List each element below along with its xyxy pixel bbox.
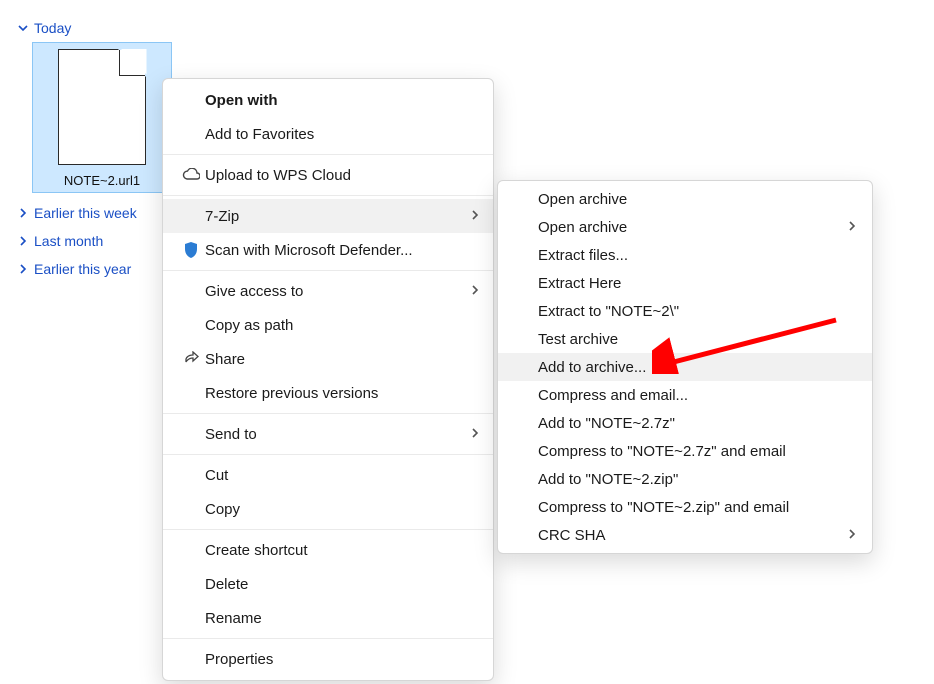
menu-label: Properties (205, 651, 479, 668)
group-today[interactable]: Today (18, 20, 916, 36)
menu-label: Cut (205, 467, 479, 484)
menu-label: Rename (205, 610, 479, 627)
submenu-crc-sha[interactable]: CRC SHA (498, 521, 872, 549)
group-label: Earlier this week (34, 205, 137, 221)
menu-label: Open with (205, 92, 479, 109)
chevron-right-icon (471, 283, 479, 300)
shield-icon (177, 241, 205, 259)
submenu-label: Add to "NOTE~2.7z" (538, 415, 856, 432)
context-menu: Open with Add to Favorites Upload to WPS… (162, 78, 494, 681)
share-icon (177, 351, 205, 367)
menu-label: 7-Zip (205, 208, 471, 225)
file-tile[interactable]: NOTE~2.url1 (32, 42, 172, 193)
group-label: Today (34, 20, 71, 36)
submenu-label: Compress to "NOTE~2.7z" and email (538, 443, 856, 460)
group-label: Earlier this year (34, 261, 131, 277)
menu-7zip[interactable]: 7-Zip (163, 199, 493, 233)
separator (163, 529, 493, 530)
submenu-7zip: Open archive Open archive Extract files.… (497, 180, 873, 554)
submenu-label: CRC SHA (538, 527, 848, 544)
submenu-test-archive[interactable]: Test archive (498, 325, 872, 353)
separator (163, 154, 493, 155)
menu-label: Copy as path (205, 317, 479, 334)
submenu-add-to-archive[interactable]: Add to archive... (498, 353, 872, 381)
menu-label: Share (205, 351, 479, 368)
chevron-down-icon (18, 23, 32, 33)
menu-create-shortcut[interactable]: Create shortcut (163, 533, 493, 567)
menu-give-access[interactable]: Give access to (163, 274, 493, 308)
menu-label: Copy (205, 501, 479, 518)
submenu-add-to-7z[interactable]: Add to "NOTE~2.7z" (498, 409, 872, 437)
menu-label: Send to (205, 426, 471, 443)
chevron-right-icon (18, 208, 32, 218)
separator (163, 270, 493, 271)
menu-label: Delete (205, 576, 479, 593)
menu-open-with[interactable]: Open with (163, 83, 493, 117)
chevron-right-icon (18, 236, 32, 246)
menu-label: Create shortcut (205, 542, 479, 559)
submenu-open-archive-flyout[interactable]: Open archive (498, 213, 872, 241)
submenu-label: Compress and email... (538, 387, 856, 404)
separator (163, 454, 493, 455)
menu-label: Upload to WPS Cloud (205, 167, 479, 184)
menu-upload-wps[interactable]: Upload to WPS Cloud (163, 158, 493, 192)
chevron-right-icon (848, 219, 856, 236)
file-icon (58, 49, 146, 165)
separator (163, 638, 493, 639)
chevron-right-icon (18, 264, 32, 274)
menu-properties[interactable]: Properties (163, 642, 493, 676)
menu-label: Add to Favorites (205, 126, 479, 143)
submenu-label: Open archive (538, 219, 848, 236)
submenu-open-archive[interactable]: Open archive (498, 185, 872, 213)
submenu-label: Compress to "NOTE~2.zip" and email (538, 499, 856, 516)
submenu-label: Test archive (538, 331, 856, 348)
submenu-label: Extract Here (538, 275, 856, 292)
submenu-compress-7z-email[interactable]: Compress to "NOTE~2.7z" and email (498, 437, 872, 465)
chevron-right-icon (471, 208, 479, 225)
submenu-extract-here[interactable]: Extract Here (498, 269, 872, 297)
submenu-label: Extract to "NOTE~2\" (538, 303, 856, 320)
menu-delete[interactable]: Delete (163, 567, 493, 601)
menu-label: Restore previous versions (205, 385, 479, 402)
menu-label: Give access to (205, 283, 471, 300)
file-name: NOTE~2.url1 (64, 173, 140, 188)
submenu-label: Open archive (538, 191, 856, 208)
submenu-compress-zip-email[interactable]: Compress to "NOTE~2.zip" and email (498, 493, 872, 521)
chevron-right-icon (471, 426, 479, 443)
menu-restore-prev[interactable]: Restore previous versions (163, 376, 493, 410)
menu-send-to[interactable]: Send to (163, 417, 493, 451)
submenu-label: Add to archive... (538, 359, 856, 376)
menu-add-favorites[interactable]: Add to Favorites (163, 117, 493, 151)
menu-rename[interactable]: Rename (163, 601, 493, 635)
submenu-extract-files[interactable]: Extract files... (498, 241, 872, 269)
menu-label: Scan with Microsoft Defender... (205, 242, 479, 259)
submenu-add-to-zip[interactable]: Add to "NOTE~2.zip" (498, 465, 872, 493)
submenu-label: Add to "NOTE~2.zip" (538, 471, 856, 488)
submenu-label: Extract files... (538, 247, 856, 264)
menu-copy[interactable]: Copy (163, 492, 493, 526)
submenu-compress-email[interactable]: Compress and email... (498, 381, 872, 409)
menu-scan-defender[interactable]: Scan with Microsoft Defender... (163, 233, 493, 267)
chevron-right-icon (848, 527, 856, 544)
group-label: Last month (34, 233, 103, 249)
menu-copy-path[interactable]: Copy as path (163, 308, 493, 342)
menu-share[interactable]: Share (163, 342, 493, 376)
separator (163, 413, 493, 414)
cloud-icon (177, 168, 205, 182)
separator (163, 195, 493, 196)
submenu-extract-to[interactable]: Extract to "NOTE~2\" (498, 297, 872, 325)
menu-cut[interactable]: Cut (163, 458, 493, 492)
